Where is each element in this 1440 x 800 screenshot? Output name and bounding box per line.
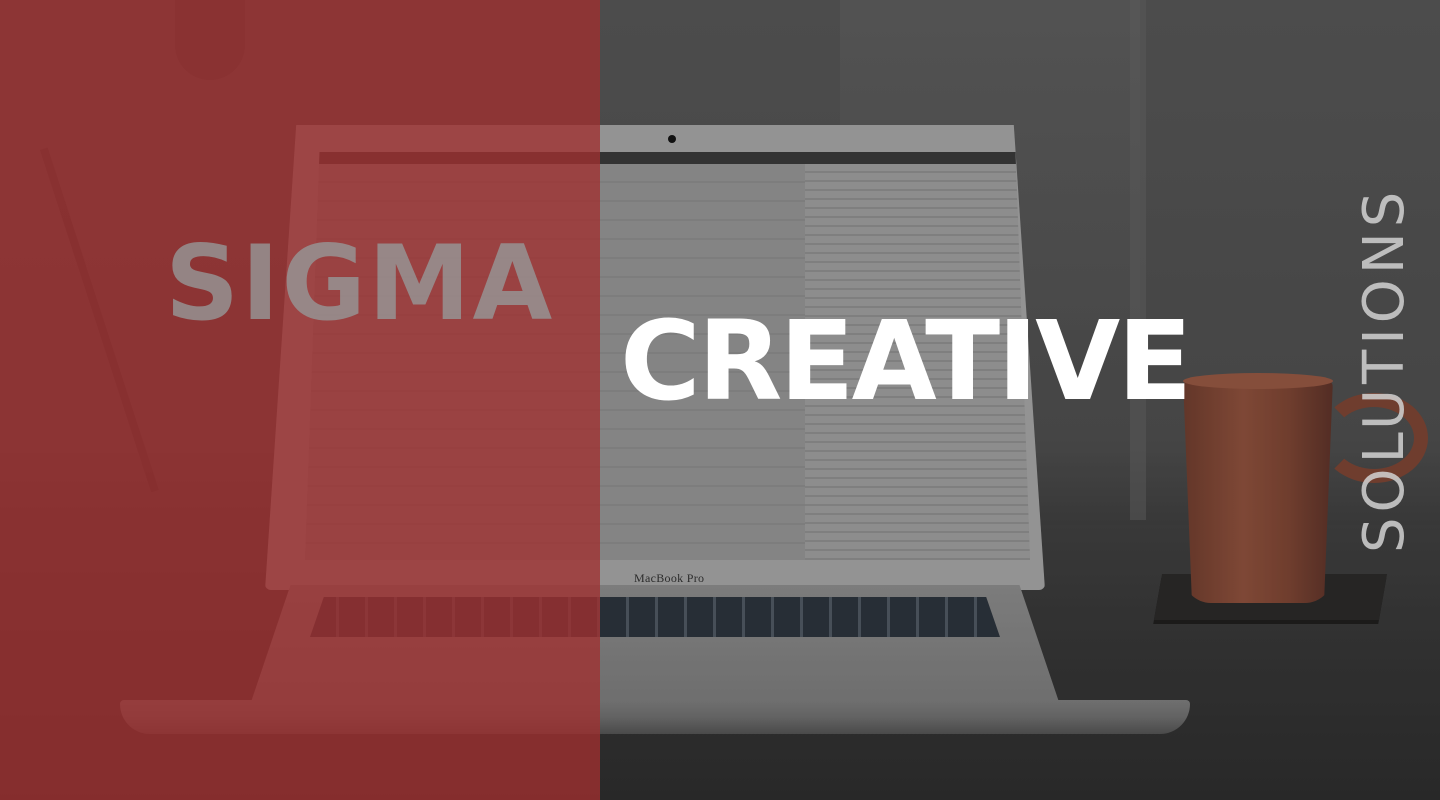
headline: CREATIVE bbox=[620, 297, 1192, 425]
accent-panel bbox=[0, 0, 600, 800]
brand-word: SIGMA bbox=[165, 224, 555, 344]
tagline: SOLUTIONS bbox=[1352, 186, 1417, 553]
hero-banner: MacBook Pro SIGMA CREATIVE SOLUTIONS bbox=[0, 0, 1440, 800]
